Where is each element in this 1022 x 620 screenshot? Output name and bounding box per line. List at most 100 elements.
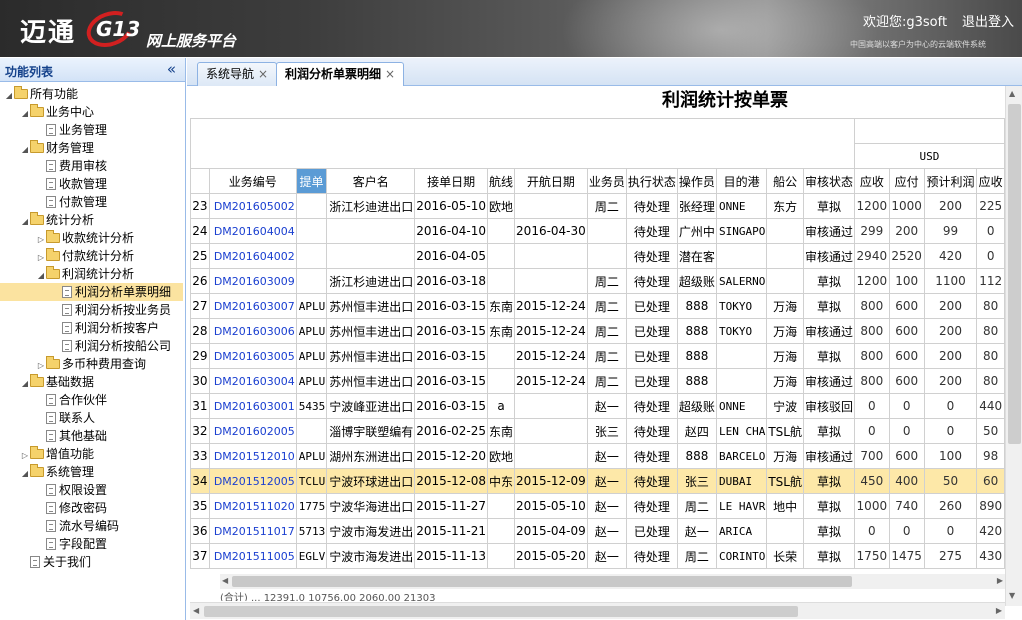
report-grid: USD 业务编号 提单 客户名 接单日期 航线 开航日期 业务员 执行状态 操作员 目的港 船公 审核状…: [190, 118, 1005, 588]
business-code-link[interactable]: DM201603004: [208, 368, 297, 394]
business-code-link[interactable]: DM201512010: [208, 443, 297, 469]
table-row[interactable]: 29 DM201603005 APLU 苏州恒丰进出口 2016-03-15 2015-1…: [190, 343, 1005, 369]
table-row[interactable]: 24 DM201604004 2016-04-10 2016-04-30 待处理 广州中 S…: [190, 218, 1005, 244]
table-row[interactable]: 33 DM201512010 APLU 湖州东洲进出口 2015-12-20 欧地 赵一 待处…: [190, 443, 1005, 469]
business-code-link[interactable]: DM201603009: [208, 268, 297, 294]
table-row[interactable]: 26 DM201603009 浙江杉迪进出口 2016-03-18 周二 待处理 超级账 SA…: [190, 268, 1005, 294]
horizontal-scrollbar[interactable]: ◀ ▶: [190, 602, 1005, 619]
tree-item[interactable]: 利润分析单票明细: [0, 283, 183, 301]
tree-item[interactable]: 利润分析按船公司: [0, 337, 183, 355]
business-code-link[interactable]: DM201602005: [208, 418, 297, 444]
table-row[interactable]: 37 DM201511005 EGLV 宁波市海发进出 2015-11-13 2015-0…: [190, 543, 1005, 569]
column-header[interactable]: 业务员: [586, 168, 627, 194]
column-header[interactable]: 接单日期: [414, 168, 489, 194]
tree-item[interactable]: ▷ 多币种费用查询: [0, 355, 183, 373]
table-cell: 待处理: [625, 543, 678, 569]
tree-item[interactable]: ◢ 利润统计分析: [0, 265, 183, 283]
table-cell: 草拟: [802, 493, 855, 519]
tree-item[interactable]: ◢ 业务中心: [0, 103, 183, 121]
table-row[interactable]: 25 DM201604002 2016-04-05 待处理 潜在客 审核通过 2940 252…: [190, 243, 1005, 269]
scrollbar-thumb[interactable]: [204, 606, 798, 617]
column-header[interactable]: 开航日期: [514, 168, 588, 194]
table-row[interactable]: 35 DM201511020 1775 宁波华海进出口 2015-11-27 2015-0…: [190, 493, 1005, 519]
column-header[interactable]: 应付: [888, 168, 925, 194]
business-code-link[interactable]: DM201604004: [208, 218, 297, 244]
table-cell: [514, 393, 588, 419]
tree-item[interactable]: ◢ 系统管理: [0, 463, 183, 481]
folder-icon: [30, 104, 44, 117]
scroll-up-icon[interactable]: ▲: [1009, 89, 1015, 98]
column-header[interactable]: 操作员: [676, 168, 717, 194]
close-icon[interactable]: ×: [385, 67, 395, 81]
table-row[interactable]: 23 DM201605002 浙江杉迪进出口 2016-05-10 欧地 周二 待处理 张经理…: [190, 193, 1005, 219]
business-code-link[interactable]: DM201511017: [208, 518, 297, 544]
business-code-link[interactable]: DM201512005: [208, 468, 297, 494]
tree-item[interactable]: 字段配置: [0, 535, 183, 553]
scrollbar-thumb[interactable]: [1008, 104, 1021, 444]
tree-item-label: 系统管理: [46, 465, 95, 479]
scroll-right-icon[interactable]: ▶: [996, 606, 1002, 615]
tree-item[interactable]: ▷ 增值功能: [0, 445, 183, 463]
business-code-link[interactable]: DM201603001: [208, 393, 297, 419]
close-icon[interactable]: ×: [258, 67, 268, 81]
column-header[interactable]: 航线: [487, 168, 516, 194]
table-row[interactable]: 32 DM201602005 淄博宇联塑编有 2016-02-25 东南 张三 待处理 赵四 L…: [190, 418, 1005, 444]
column-header[interactable]: 船公: [766, 168, 804, 194]
tab-profit-detail[interactable]: 利润分析单票明细 ×: [276, 62, 405, 87]
table-cell: 草拟: [802, 468, 855, 494]
column-header[interactable]: 业务编号: [208, 168, 297, 194]
table-row[interactable]: 34 DM201512005 TCLU 宁波环球进出口 2015-12-08 中东 2015…: [190, 468, 1005, 494]
table-row[interactable]: 31 DM201603001 5435 宁波峰亚进出口 2016-03-15 a 赵一 待处理…: [190, 393, 1005, 419]
table-row[interactable]: 36 DM201511017 5713 宁波市海发进出 2015-11-21 2015-0…: [190, 518, 1005, 544]
table-row[interactable]: 28 DM201603006 APLU 苏州恒丰进出口 2016-03-15 东南 2015…: [190, 318, 1005, 344]
scroll-left-icon[interactable]: ◀: [193, 606, 199, 615]
table-row[interactable]: 27 DM201603007 APLU 苏州恒丰进出口 2016-03-15 东南 2015…: [190, 293, 1005, 319]
column-header[interactable]: 客户名: [326, 168, 416, 194]
tree-item[interactable]: 修改密码: [0, 499, 183, 517]
column-header[interactable]: 审核状态: [802, 168, 855, 194]
tree-item[interactable]: ◢ 基础数据: [0, 373, 183, 391]
business-code-link[interactable]: DM201511020: [208, 493, 297, 519]
column-header[interactable]: 执行状态: [625, 168, 678, 194]
tree-item[interactable]: ◢ 财务管理: [0, 139, 183, 157]
scrollbar-thumb[interactable]: [232, 576, 852, 587]
tree-item[interactable]: 其他基础: [0, 427, 183, 445]
collapse-icon[interactable]: «: [167, 60, 176, 78]
vertical-scrollbar[interactable]: ▲ ▼: [1005, 86, 1022, 606]
table-row[interactable]: 30 DM201603004 APLU 苏州恒丰进出口 2016-03-15 2015-1…: [190, 368, 1005, 394]
tree-item[interactable]: ◢ 所有功能: [0, 85, 183, 103]
tree-item[interactable]: 权限设置: [0, 481, 183, 499]
tree-item[interactable]: 费用审核: [0, 157, 183, 175]
tree-item[interactable]: 利润分析按业务员: [0, 301, 183, 319]
scroll-right-icon[interactable]: ▶: [997, 576, 1003, 585]
tree-item[interactable]: 业务管理: [0, 121, 183, 139]
scroll-down-icon[interactable]: ▼: [1009, 591, 1015, 600]
tree-item[interactable]: ◢ 统计分析: [0, 211, 183, 229]
tree-item[interactable]: ▷ 付款统计分析: [0, 247, 183, 265]
tree-item[interactable]: 收款管理: [0, 175, 183, 193]
business-code-link[interactable]: DM201605002: [208, 193, 297, 219]
tree-item[interactable]: 联系人: [0, 409, 183, 427]
column-header[interactable]: 提单: [295, 168, 328, 194]
column-header[interactable]: 预计利润: [923, 168, 978, 194]
tree-item[interactable]: 付款管理: [0, 193, 183, 211]
tree-item[interactable]: 合作伙伴: [0, 391, 183, 409]
column-header[interactable]: 目的港: [715, 168, 768, 194]
folder-icon: [46, 248, 60, 261]
column-header[interactable]: [190, 168, 210, 194]
tree-item[interactable]: 流水号编码: [0, 517, 183, 535]
inner-horizontal-scrollbar[interactable]: ◀ ▶: [220, 574, 1005, 589]
logout-link[interactable]: 退出登入: [962, 11, 1014, 30]
business-code-link[interactable]: DM201511005: [208, 543, 297, 569]
business-code-link[interactable]: DM201603007: [208, 293, 297, 319]
business-code-link[interactable]: DM201604002: [208, 243, 297, 269]
business-code-link[interactable]: DM201603006: [208, 318, 297, 344]
business-code-link[interactable]: DM201603005: [208, 343, 297, 369]
column-header[interactable]: 应收: [976, 168, 1005, 194]
scroll-left-icon[interactable]: ◀: [222, 576, 228, 585]
tab-system-nav[interactable]: 系统导航 ×: [197, 62, 278, 86]
tree-item[interactable]: 关于我们: [0, 553, 183, 571]
tree-item[interactable]: ▷ 收款统计分析: [0, 229, 183, 247]
tree-item[interactable]: 利润分析按客户: [0, 319, 183, 337]
column-header[interactable]: 应收: [853, 168, 890, 194]
